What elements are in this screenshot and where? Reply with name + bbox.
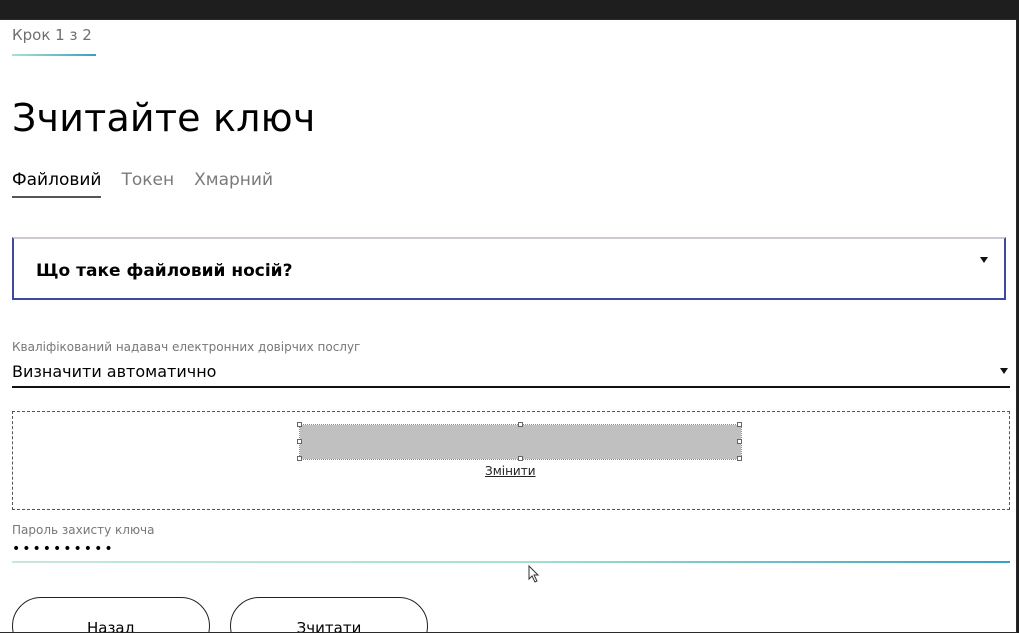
step-progress-bar: [12, 54, 96, 56]
password-label: Пароль захисту ключа: [12, 523, 155, 537]
password-input[interactable]: ••••••••••: [12, 541, 1010, 563]
password-value: ••••••••••: [12, 541, 115, 557]
resize-handle: [737, 422, 742, 427]
resize-handle: [297, 456, 302, 461]
caret-down-icon: [980, 257, 988, 263]
step-indicator: Крок 1 з 2: [12, 26, 92, 44]
resize-handle: [518, 456, 523, 461]
app-window: Крок 1 з 2 Зчитайте ключ Файловий Токен …: [0, 20, 1016, 632]
resize-handle: [737, 456, 742, 461]
faq-label: Що таке файловий носій?: [36, 261, 293, 281]
provider-value: Визначити автоматично: [12, 362, 217, 381]
faq-accordion[interactable]: Що таке файловий носій?: [12, 237, 1006, 300]
file-dropzone[interactable]: Змінити: [12, 411, 1010, 510]
resize-handle: [297, 422, 302, 427]
caret-down-icon: [1000, 368, 1008, 374]
tab-token[interactable]: Токен: [121, 170, 174, 198]
mouse-pointer-icon: [528, 565, 540, 583]
key-type-tabs: Файловий Токен Хмарний: [12, 170, 293, 198]
back-button[interactable]: Назад: [12, 597, 210, 632]
resize-handle: [297, 439, 302, 444]
resize-handle: [518, 422, 523, 427]
page-title: Зчитайте ключ: [12, 96, 316, 140]
provider-select[interactable]: Визначити автоматично: [12, 358, 1010, 388]
change-file-link[interactable]: Змінити: [485, 464, 536, 478]
read-button[interactable]: Зчитати: [230, 597, 428, 632]
tab-file[interactable]: Файловий: [12, 170, 102, 198]
provider-label: Кваліфікований надавач електронних довір…: [12, 340, 361, 354]
selected-file-placeholder[interactable]: [297, 422, 742, 461]
tab-cloud[interactable]: Хмарний: [194, 170, 273, 198]
resize-handle: [737, 439, 742, 444]
